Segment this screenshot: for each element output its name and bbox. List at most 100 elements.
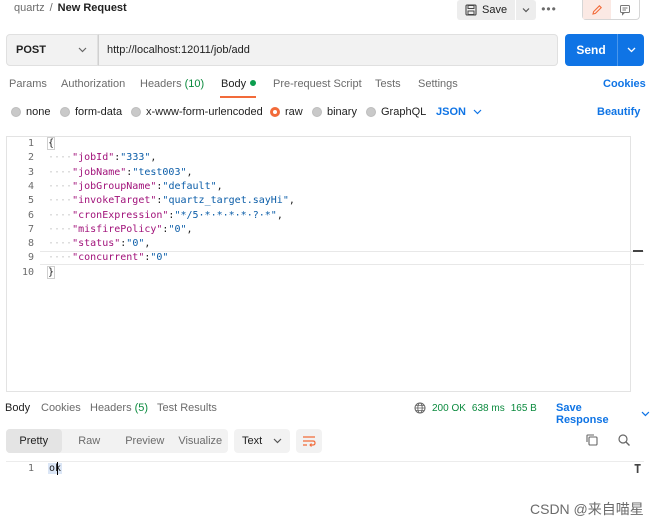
copy-button[interactable] <box>585 433 599 450</box>
indent-guide: ···· <box>48 152 73 163</box>
response-time[interactable]: 638 ms <box>472 403 505 414</box>
view-preview[interactable]: Preview <box>117 429 173 453</box>
response-format-select[interactable]: Text <box>234 429 290 453</box>
view-visualize[interactable]: Visualize <box>173 429 229 453</box>
indent-guide: ···· <box>48 167 73 178</box>
radio-binary[interactable]: binary <box>312 106 357 118</box>
radio-graphql[interactable]: GraphQL <box>366 106 426 118</box>
response-size[interactable]: 165 B <box>511 403 537 414</box>
tab-body-label: Body <box>221 78 247 90</box>
line-number: 3 <box>27 167 34 178</box>
url-input[interactable]: http://localhost:12011/job/add <box>98 34 558 66</box>
json-punctuation: , <box>276 210 283 221</box>
language-select[interactable]: JSON <box>436 106 482 118</box>
code-line[interactable]: ····"jobId":"333", <box>48 151 156 165</box>
comment-icon <box>620 4 630 16</box>
json-value: "333" <box>120 152 151 163</box>
response-text[interactable]: ok <box>48 463 63 474</box>
edit-mode-button[interactable] <box>583 0 611 19</box>
radio-raw[interactable]: raw <box>270 106 303 118</box>
radio-urlencoded[interactable]: x-www-form-urlencoded <box>131 106 263 118</box>
json-key: "concurrent" <box>72 252 145 263</box>
code-line[interactable]: } <box>46 266 56 280</box>
radio-none-label: none <box>26 106 51 118</box>
resp-tab-headers[interactable]: Headers (5) <box>90 402 148 414</box>
resp-tab-body[interactable]: Body <box>5 402 30 414</box>
radio-form-data[interactable]: form-data <box>60 106 122 118</box>
json-brace: } <box>46 266 56 279</box>
watermark: CSDN @来自喵星 <box>530 501 644 517</box>
chevron-down-icon <box>522 8 530 13</box>
search-icon <box>618 434 630 446</box>
resp-tab-cookies[interactable]: Cookies <box>41 402 81 414</box>
cookies-link[interactable]: Cookies <box>603 78 646 90</box>
tab-body[interactable]: Body <box>221 78 257 90</box>
tab-pre-request-script[interactable]: Pre-request Script <box>273 78 362 90</box>
json-key: "status" <box>72 238 121 249</box>
radio-circle <box>366 107 376 117</box>
headers-count: (10) <box>184 78 205 90</box>
editor-scroll-marker[interactable] <box>633 250 643 252</box>
tab-settings[interactable]: Settings <box>418 78 458 90</box>
globe-icon[interactable] <box>414 402 426 414</box>
code-line[interactable]: ····"misfirePolicy":"0", <box>48 223 193 237</box>
code-line[interactable]: ····"concurrent":"0" <box>48 251 168 265</box>
wrap-lines-icon <box>303 436 316 447</box>
code-line[interactable]: ····"jobName":"test003", <box>48 166 193 180</box>
indent-guide: ···· <box>48 181 73 192</box>
body-type-options: none form-data x-www-form-urlencoded raw… <box>0 106 650 122</box>
breadcrumb: quartz / New Request <box>14 2 127 14</box>
chevron-down-icon <box>473 109 482 115</box>
send-options-button[interactable] <box>617 34 644 66</box>
code-line[interactable]: ····"cronExpression":"*/5·*·*·*·*·?·*", <box>48 209 283 223</box>
response-view-tabs: Pretty Raw Preview Visualize <box>6 429 228 453</box>
request-tabs: Params Authorization Headers (10) Body P… <box>0 76 650 98</box>
tab-params[interactable]: Params <box>9 78 47 90</box>
active-tab-underline <box>220 96 256 98</box>
json-punctuation: , <box>144 238 151 249</box>
code-line[interactable]: { <box>46 137 56 151</box>
view-pretty[interactable]: Pretty <box>6 429 62 453</box>
breadcrumb-separator: / <box>49 2 53 14</box>
code-line[interactable]: ····"invokeTarget":"quartz_target.sayHi"… <box>48 194 295 208</box>
radio-none[interactable]: none <box>11 106 50 118</box>
documentation-mode-button[interactable] <box>611 0 639 19</box>
response-scroll-marker[interactable]: T <box>634 462 641 476</box>
save-response-button[interactable]: Save Response <box>556 402 650 426</box>
json-value: "*/5·*·*·*·*·?·*" <box>174 210 277 221</box>
tab-tests[interactable]: Tests <box>375 78 401 90</box>
response-tabs: Body Cookies Headers (5) Test Results <box>0 402 650 420</box>
text-cursor <box>57 462 58 475</box>
json-brace: { <box>46 137 56 150</box>
line-number: 9 <box>27 252 34 263</box>
view-raw[interactable]: Raw <box>62 429 118 453</box>
method-select[interactable]: POST <box>6 34 98 66</box>
more-options-button[interactable]: ••• <box>538 0 560 18</box>
json-value: "0" <box>168 224 187 235</box>
breadcrumb-request-name[interactable]: New Request <box>58 2 127 14</box>
radio-binary-label: binary <box>327 106 357 118</box>
body-indicator-dot <box>250 80 257 86</box>
send-button[interactable]: Send <box>565 34 617 66</box>
beautify-button[interactable]: Beautify <box>597 106 640 118</box>
status-code[interactable]: 200 OK <box>432 403 466 414</box>
save-button[interactable]: Save <box>457 0 516 20</box>
json-key: "invokeTarget" <box>72 195 157 206</box>
send-button-group: Send <box>565 34 644 66</box>
code-line[interactable]: ····"jobGroupName":"default", <box>48 180 223 194</box>
response-status: 200 OK 638 ms 165 B <box>414 402 537 414</box>
line-number: 7 <box>27 224 34 235</box>
breadcrumb-collection[interactable]: quartz <box>14 2 45 14</box>
save-options-button[interactable] <box>516 0 537 20</box>
code-line[interactable]: ····"status":"0", <box>48 237 150 251</box>
radio-raw-label: raw <box>285 106 303 118</box>
search-button[interactable] <box>617 433 631 450</box>
line-number: 4 <box>27 181 34 192</box>
wrap-lines-button[interactable] <box>296 429 322 453</box>
tab-authorization[interactable]: Authorization <box>61 78 125 90</box>
resp-tab-test-results[interactable]: Test Results <box>157 402 217 414</box>
indent-guide: ···· <box>48 252 73 263</box>
radio-urlencoded-label: x-www-form-urlencoded <box>146 106 263 118</box>
tab-headers[interactable]: Headers (10) <box>140 78 204 90</box>
pencil-icon <box>592 4 602 15</box>
